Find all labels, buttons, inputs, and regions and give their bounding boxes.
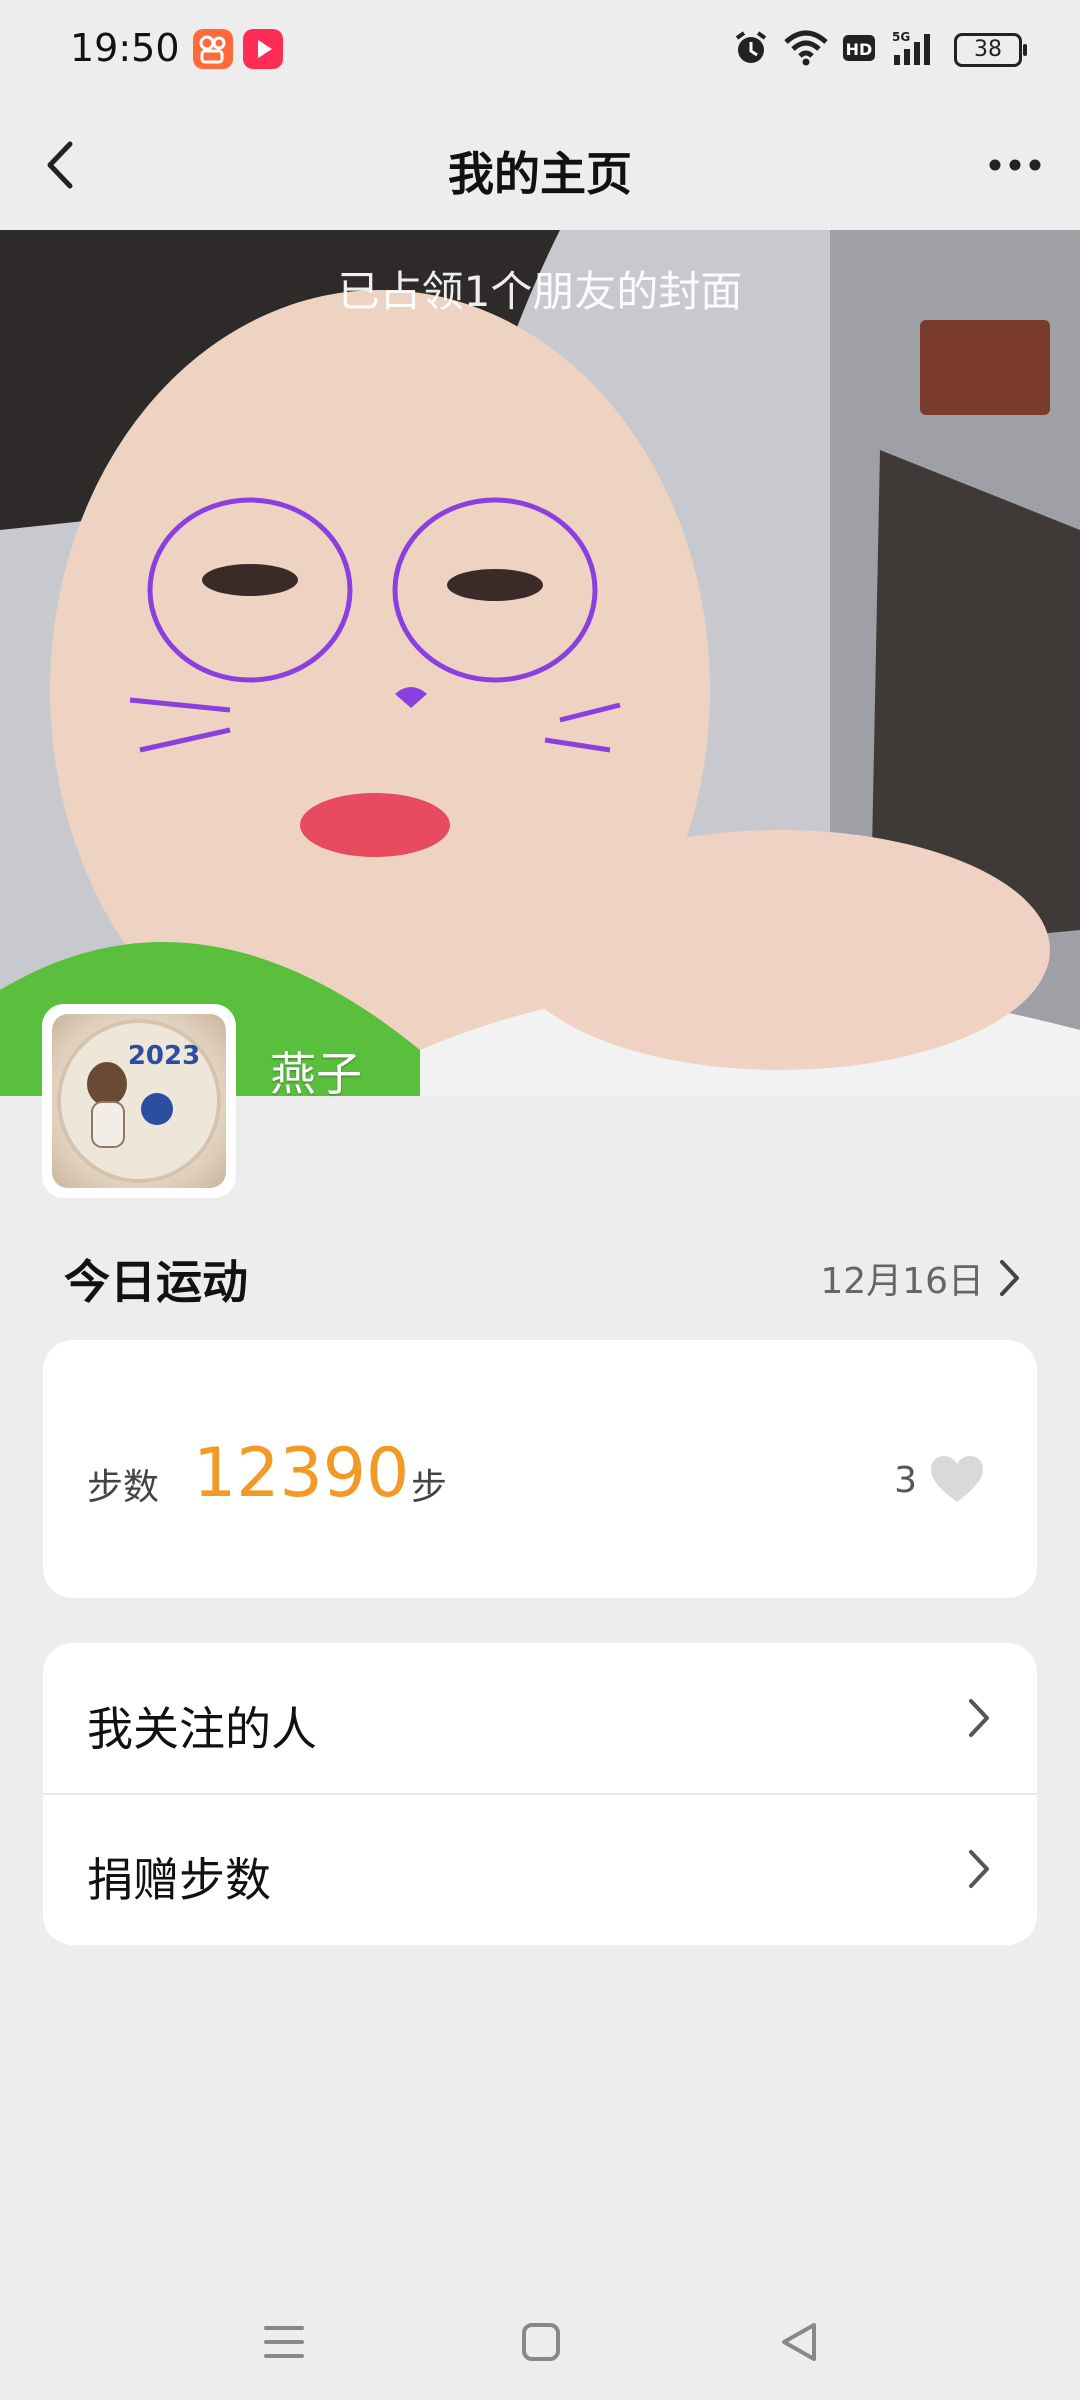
- svg-text:HD: HD: [846, 40, 873, 59]
- status-time: 19:50: [70, 26, 180, 70]
- alarm-icon: [732, 29, 770, 71]
- avatar-image: 2023: [52, 1014, 226, 1188]
- more-button[interactable]: [980, 135, 1050, 195]
- avatar[interactable]: 2023: [42, 1004, 236, 1198]
- battery-indicator: 38: [954, 33, 1027, 67]
- menu-item-donate-steps[interactable]: 捐赠步数: [43, 1794, 1037, 1944]
- steps-label: 步数: [87, 1467, 160, 1508]
- back-icon: [782, 2323, 816, 2361]
- cover-image[interactable]: 已占领1个朋友的封面: [0, 230, 1080, 1096]
- steps-value: 12390: [193, 1434, 410, 1513]
- steps-card: 步数 12390 步 3: [43, 1340, 1037, 1598]
- today-exercise-title: 今日运动: [64, 1255, 248, 1309]
- page-title: 我的主页: [448, 147, 632, 201]
- top-bar: 我的主页: [0, 100, 1080, 230]
- chevron-right-icon: [969, 1850, 989, 1888]
- date-label: 12月16日: [820, 1261, 984, 1302]
- svg-text:5G: 5G: [892, 30, 910, 44]
- menu-item-following[interactable]: 我关注的人: [43, 1643, 1037, 1795]
- menu-item-label: 捐赠步数: [87, 1853, 271, 1907]
- steps-unit: 步: [411, 1467, 448, 1508]
- cover-photo: [0, 230, 1080, 1096]
- menu-card: 我关注的人 捐赠步数: [43, 1643, 1037, 1945]
- like-count: 3: [894, 1460, 917, 1501]
- heart-icon: [931, 1456, 983, 1502]
- nav-home-button[interactable]: [511, 2312, 571, 2372]
- nav-back-button[interactable]: [770, 2312, 830, 2372]
- more-dots-icon: [989, 159, 1041, 171]
- wifi-icon: [784, 30, 828, 70]
- system-nav-bar: [0, 2290, 1080, 2400]
- menu-item-label: 我关注的人: [87, 1702, 317, 1756]
- nickname: 燕子: [270, 1047, 362, 1101]
- chevron-right-icon: [969, 1699, 989, 1737]
- svg-text:2023: 2023: [128, 1041, 200, 1071]
- like-button[interactable]: [929, 1454, 985, 1506]
- home-icon: [522, 2323, 560, 2361]
- kuaishou-icon: [193, 29, 233, 69]
- 5g-signal-icon: 5G: [890, 29, 940, 71]
- chevron-right-icon: [1000, 1260, 1019, 1296]
- nav-menu-button[interactable]: [254, 2312, 314, 2372]
- status-icons: HD 5G 38: [732, 29, 1027, 71]
- hd-icon: HD: [842, 33, 876, 67]
- menu-icon: [264, 2326, 304, 2358]
- video-app-icon: [243, 29, 283, 69]
- status-bar: 19:50 HD 5G 38: [0, 0, 1080, 100]
- cover-occupy-note: 已占领1个朋友的封面: [337, 267, 743, 316]
- date-link[interactable]: 12月16日: [820, 1252, 1022, 1304]
